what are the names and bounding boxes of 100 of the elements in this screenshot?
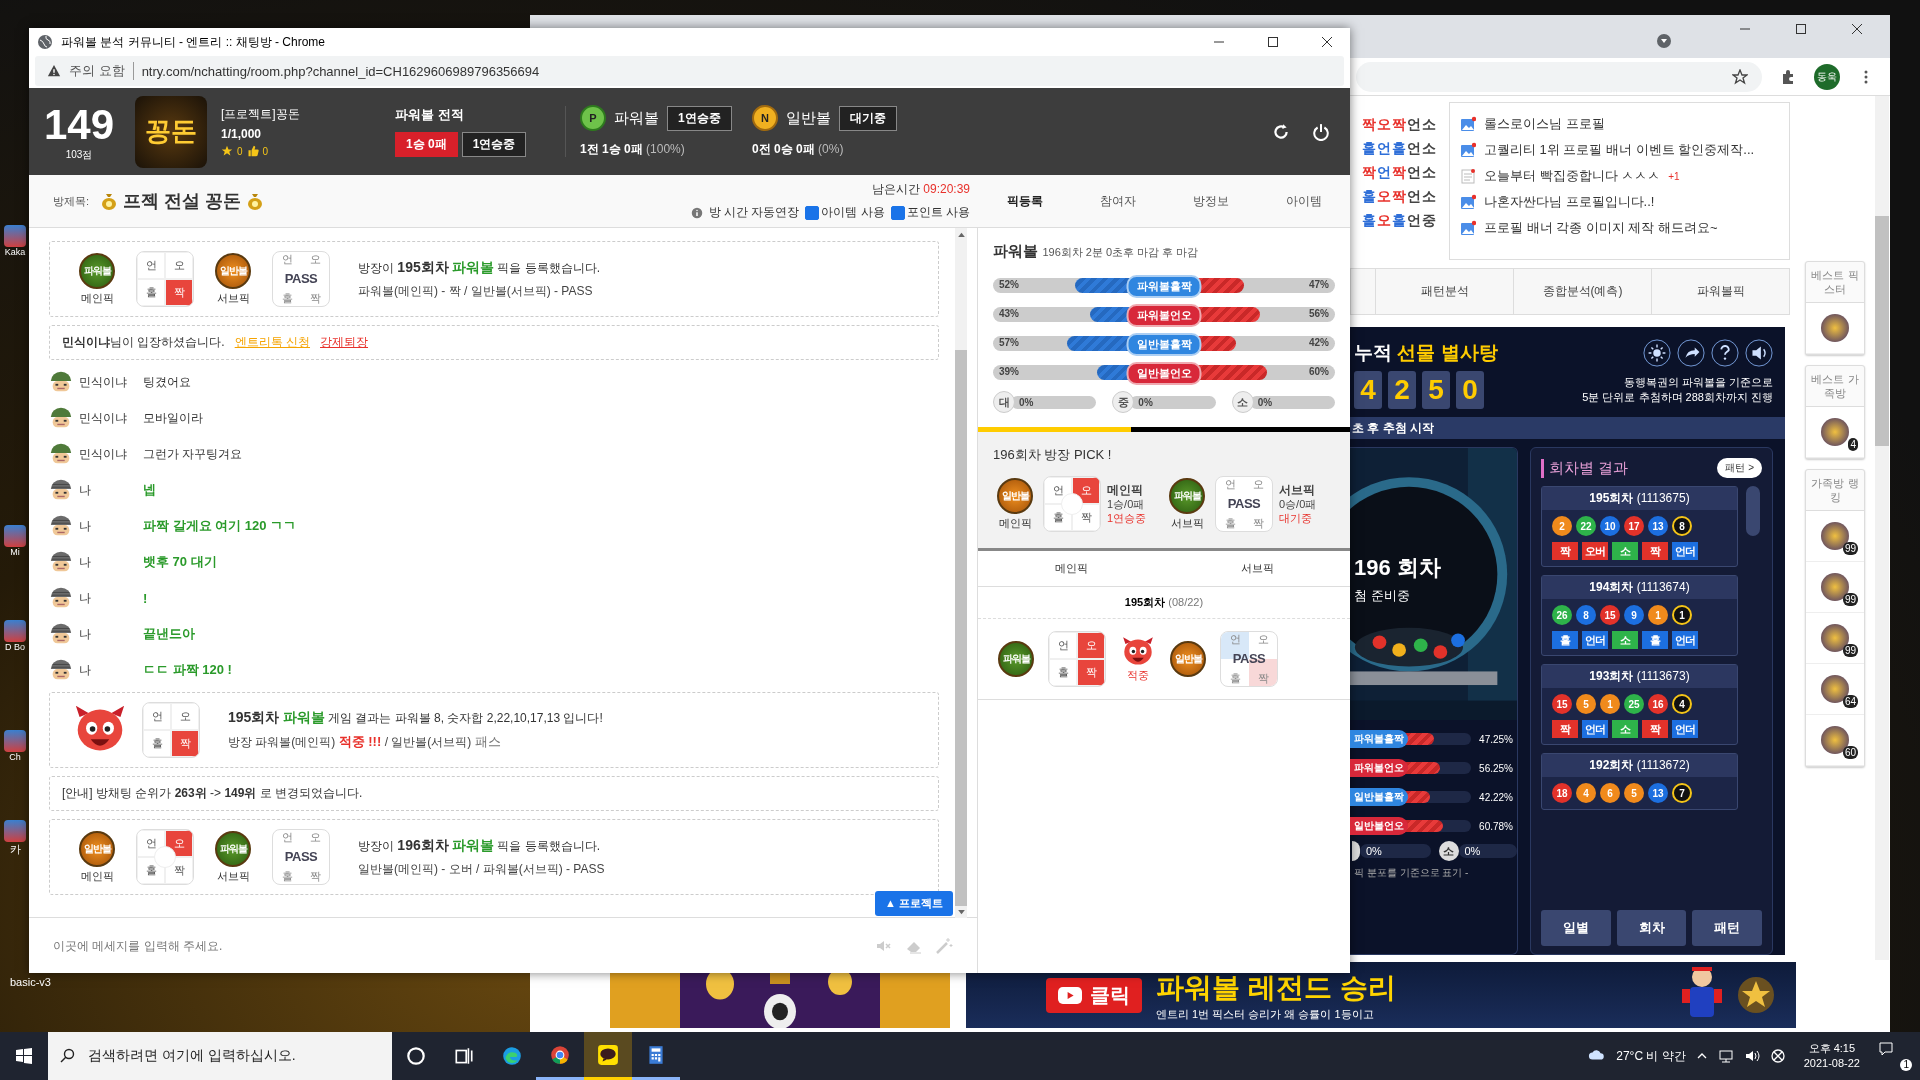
ball-badge: 일반볼 — [215, 252, 251, 289]
comment-count: +1 — [1668, 170, 1680, 182]
view-button[interactable]: 일별 — [1541, 910, 1611, 946]
game-summary: 0전 0승 0패 — [752, 142, 815, 156]
pick-label: 메인픽 — [80, 290, 114, 306]
panel-tab[interactable]: 아이템 — [1285, 192, 1322, 210]
search-field[interactable]: 검색하려면 여기에 입력하십시오. — [48, 1032, 392, 1080]
view-button[interactable]: 패턴 — [1692, 910, 1762, 946]
user-name[interactable]: 나 — [79, 481, 137, 499]
network-icon[interactable] — [1717, 1048, 1734, 1064]
share-icon[interactable] — [1677, 339, 1705, 367]
scrollbar[interactable] — [955, 350, 967, 906]
notification-count: 1 — [1900, 1059, 1912, 1071]
view-button[interactable]: 회차 — [1616, 910, 1687, 946]
speaker-icon[interactable] — [1745, 339, 1773, 367]
counter-digit: 2 — [1388, 371, 1416, 409]
user-name[interactable]: 나 — [79, 589, 137, 607]
user-name[interactable]: 나 — [79, 661, 137, 679]
notification-button[interactable]: 1 — [1878, 1041, 1912, 1071]
article-link[interactable]: 프로필 배너 각종 이미지 제작 해드려요~ — [1484, 219, 1718, 237]
option-checkbox[interactable]: 아이템 사용 — [805, 204, 885, 221]
user-name[interactable]: 민식이냐 — [79, 445, 137, 463]
address-bar[interactable]: 주의 요함 ntry.com/nchatting/room.php?channel_id=CH1629606989796356694 — [35, 56, 1344, 86]
result-message: 195회차 파워볼 게임 결과는 파워볼 8, 숫자합 2,22,10,17,13 입니다! — [228, 709, 603, 727]
pick-cell: 언 — [143, 703, 171, 730]
lottery-ball: 13 — [1648, 783, 1668, 803]
puzzle-icon[interactable] — [1780, 68, 1796, 85]
pattern-button[interactable]: 패턴 > — [1717, 458, 1762, 478]
ball-badge: 일반볼 — [997, 477, 1033, 514]
scrollbar[interactable] — [1875, 216, 1889, 446]
menu-tab[interactable]: 종합분석(예측) — [1513, 269, 1651, 314]
volume-icon[interactable] — [1743, 1048, 1760, 1064]
result-tag: 언더 — [1582, 631, 1608, 649]
clock[interactable]: 오후 4:15 2021-08-22 — [1803, 1041, 1860, 1071]
owner-name: [프로젝트]꽁돈 — [221, 106, 301, 123]
click-button[interactable]: 클릭 — [1046, 977, 1142, 1013]
thumbs-up-icon — [246, 145, 259, 157]
article-link[interactable]: 고퀄리티 1위 프로필 배너 이벤트 할인중제작... — [1484, 141, 1755, 159]
chat-message: ㄷㄷ 파짝 120 ! — [143, 661, 232, 679]
scrollbar[interactable] — [1746, 486, 1760, 536]
security-label: 주의 요함 — [69, 62, 134, 80]
panel-tab[interactable]: 참여자 — [1099, 192, 1136, 210]
article-link[interactable]: 오늘부터 빡집중합니다 ㅅㅅㅅ — [1484, 167, 1661, 185]
option-checkbox[interactable]: 포인트 사용 — [890, 204, 970, 221]
desktop-shortcut[interactable]: basic-v3 — [10, 976, 51, 988]
star-icon — [221, 145, 233, 157]
user-name[interactable]: 나 — [79, 517, 137, 535]
article-link[interactable]: 나혼자싼다님 프로필입니다..! — [1484, 193, 1655, 211]
round-title: 193회차 (1113673) — [1542, 665, 1737, 688]
vote-label: 파워볼언오 — [1126, 304, 1202, 327]
menu-tab[interactable]: 파워볼픽 — [1651, 269, 1789, 314]
vote-percent: 42% — [1309, 337, 1329, 348]
user-name[interactable]: 나 — [79, 553, 137, 571]
panel-tab[interactable]: 픽등록 — [1006, 192, 1043, 210]
chat-bubble-icon[interactable] — [584, 1032, 632, 1080]
lottery-ball: 18 — [1552, 783, 1572, 803]
notice-link[interactable]: 강제퇴장 — [320, 334, 368, 351]
pattern-sequence: 홀오짝언소 — [1362, 188, 1438, 206]
ball-badge: 파워볼 — [998, 641, 1034, 677]
dropdown-icon[interactable] — [1656, 33, 1672, 49]
count-badge: 99 — [1842, 593, 1858, 606]
jackpot-title: 누적 선물 별사탕 — [1354, 341, 1498, 365]
entry-notice: 민식이냐님이 입장하셨습니다. — [62, 334, 225, 351]
member-count: 1/1,000 — [221, 127, 263, 141]
windows-logo-icon[interactable] — [16, 1048, 32, 1064]
menu-tab[interactable]: 패턴분석 — [1375, 269, 1513, 314]
like-count: 0 — [262, 145, 269, 157]
vote-percent: 39% — [999, 366, 1019, 377]
chat-message: 파짝 갈게요 여기 120 ㄱㄱ — [143, 517, 297, 535]
promo-banner[interactable]: 클릭 파워볼 레전드 승리 엔트리 1번 픽스터 승리가 왜 승률이 1등이고 — [966, 962, 1796, 1028]
user-name[interactable]: 민식이냐 — [79, 409, 137, 427]
avatar-icon[interactable] — [1821, 314, 1849, 342]
article-link[interactable]: 롤스로이스님 프로필 — [1484, 115, 1605, 133]
refresh-icon[interactable] — [1272, 122, 1290, 141]
panel-tab[interactable]: 방정보 — [1192, 192, 1229, 210]
blocked-icon[interactable] — [1769, 1048, 1786, 1064]
user-name[interactable]: 나 — [79, 625, 137, 643]
help-icon[interactable] — [1711, 339, 1739, 367]
streak-badge: 1연승중 — [461, 132, 527, 157]
pick-title: 196회차 방장 PICK ! — [993, 446, 1113, 464]
room-title: 프젝 전설 꽁돈 — [123, 190, 242, 213]
star-icon[interactable] — [1732, 68, 1748, 85]
pick-cell: 오 — [1077, 632, 1105, 659]
size-badge-icon — [1352, 841, 1360, 861]
project-button[interactable]: ▲ 프로젝트 — [875, 891, 953, 916]
power-ball: 7 — [1672, 783, 1692, 803]
result-tag: 언더 — [1672, 542, 1698, 560]
pick-label: 메인픽 — [998, 515, 1032, 531]
avatar-icon[interactable] — [1821, 418, 1849, 446]
brightness-icon[interactable] — [1643, 339, 1671, 367]
stat-value: 0% — [1365, 845, 1382, 857]
pick-message: 방장이 195회차 파워볼 픽을 등록했습니다. — [358, 258, 601, 277]
power-icon[interactable] — [1312, 122, 1330, 141]
points-text: 103점 — [64, 147, 94, 162]
lottery-ball: 4 — [1576, 783, 1596, 803]
profile-avatar[interactable]: 동욱 — [1814, 63, 1840, 90]
result-tag: 짝 — [1552, 720, 1578, 738]
user-name[interactable]: 민식이냐 — [79, 373, 137, 391]
room-logo: 꽁돈 — [135, 95, 207, 168]
ball-badge: 파워볼 — [1169, 477, 1205, 514]
